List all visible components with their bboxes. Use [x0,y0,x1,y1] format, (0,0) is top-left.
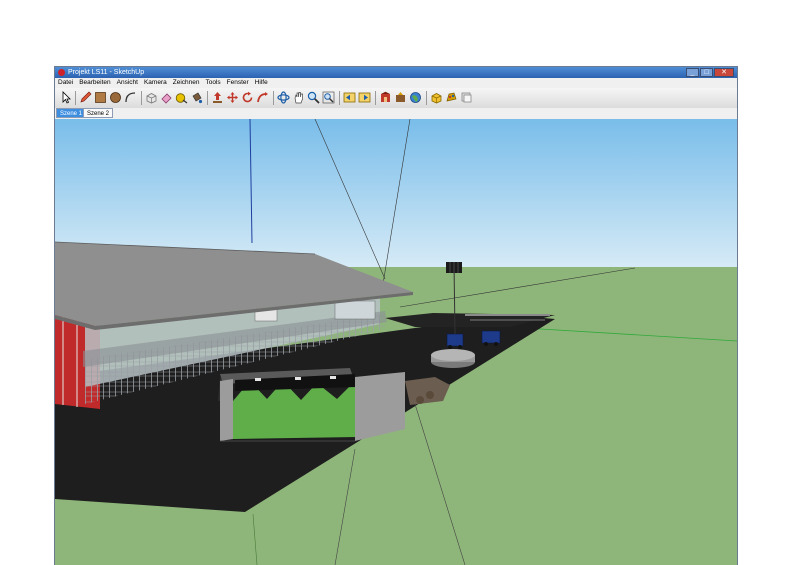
tape-measure-icon[interactable] [175,91,188,104]
circle-icon[interactable] [109,91,122,104]
scene-tabs-bar: Szene 1 Szene 2 [55,108,737,119]
google-earth-icon[interactable] [409,91,422,104]
maximize-button[interactable]: □ [700,68,713,77]
menu-kamera[interactable]: Kamera [141,78,170,88]
3d-viewport[interactable] [55,119,737,565]
silo-wall-left [220,379,233,441]
styles-icon[interactable] [460,91,473,104]
rectangle-icon[interactable] [94,91,107,104]
menu-fenster[interactable]: Fenster [224,78,252,88]
menu-bar: Datei Bearbeiten Ansicht Kamera Zeichnen Tool… [55,78,737,88]
orbit-icon[interactable] [277,91,290,104]
model-scene[interactable] [55,119,737,565]
title-bar: Projekt LS11 - SketchUp _ □ ✕ [55,67,737,78]
push-pull-icon[interactable] [211,91,224,104]
eraser-icon[interactable] [160,91,173,104]
minimize-button[interactable]: _ [686,68,699,77]
zoom-icon[interactable] [307,91,320,104]
follow-me-icon[interactable] [256,91,269,104]
toolbar-separator [426,91,427,105]
sketchup-window: Projekt LS11 - SketchUp _ □ ✕ Datei Bearb… [55,67,737,565]
close-button[interactable]: ✕ [714,68,734,77]
tab-szene-2[interactable]: Szene 2 [83,108,114,118]
menu-bearbeiten[interactable]: Bearbeiten [76,78,113,88]
share-model-icon[interactable] [394,91,407,104]
trailer [446,333,464,347]
previous-view-icon[interactable] [343,91,356,104]
get-models-icon[interactable] [379,91,392,104]
arc-icon[interactable] [124,91,137,104]
rotate-icon[interactable] [241,91,254,104]
toolbar-separator [207,91,208,105]
pencil-icon[interactable] [79,91,92,104]
toolbar-separator [75,91,76,105]
silo-wall-right [355,372,405,441]
trailer [481,330,501,344]
paint-bucket-icon[interactable] [190,91,203,104]
toolbar-separator [375,91,376,105]
pan-icon[interactable] [292,91,305,104]
toolbar [55,88,737,109]
zoom-extents-icon[interactable] [322,91,335,104]
tab-szene-1[interactable]: Szene 1 [56,108,87,118]
components-icon[interactable] [430,91,443,104]
menu-tools[interactable]: Tools [202,78,223,88]
select-icon[interactable] [59,91,72,104]
make-component-icon[interactable] [145,91,158,104]
move-icon[interactable] [226,91,239,104]
menu-ansicht[interactable]: Ansicht [114,78,141,88]
menu-datei[interactable]: Datei [55,78,76,88]
toolbar-separator [273,91,274,105]
window-title: Projekt LS11 - SketchUp [68,69,145,76]
next-view-icon[interactable] [358,91,371,104]
window-controls: _ □ ✕ [686,68,734,77]
sketchup-app-icon [58,69,65,76]
menu-hilfe[interactable]: Hilfe [252,78,271,88]
toolbar-separator [141,91,142,105]
materials-icon[interactable] [445,91,458,104]
toolbar-separator [339,91,340,105]
menu-zeichnen[interactable]: Zeichnen [170,78,203,88]
